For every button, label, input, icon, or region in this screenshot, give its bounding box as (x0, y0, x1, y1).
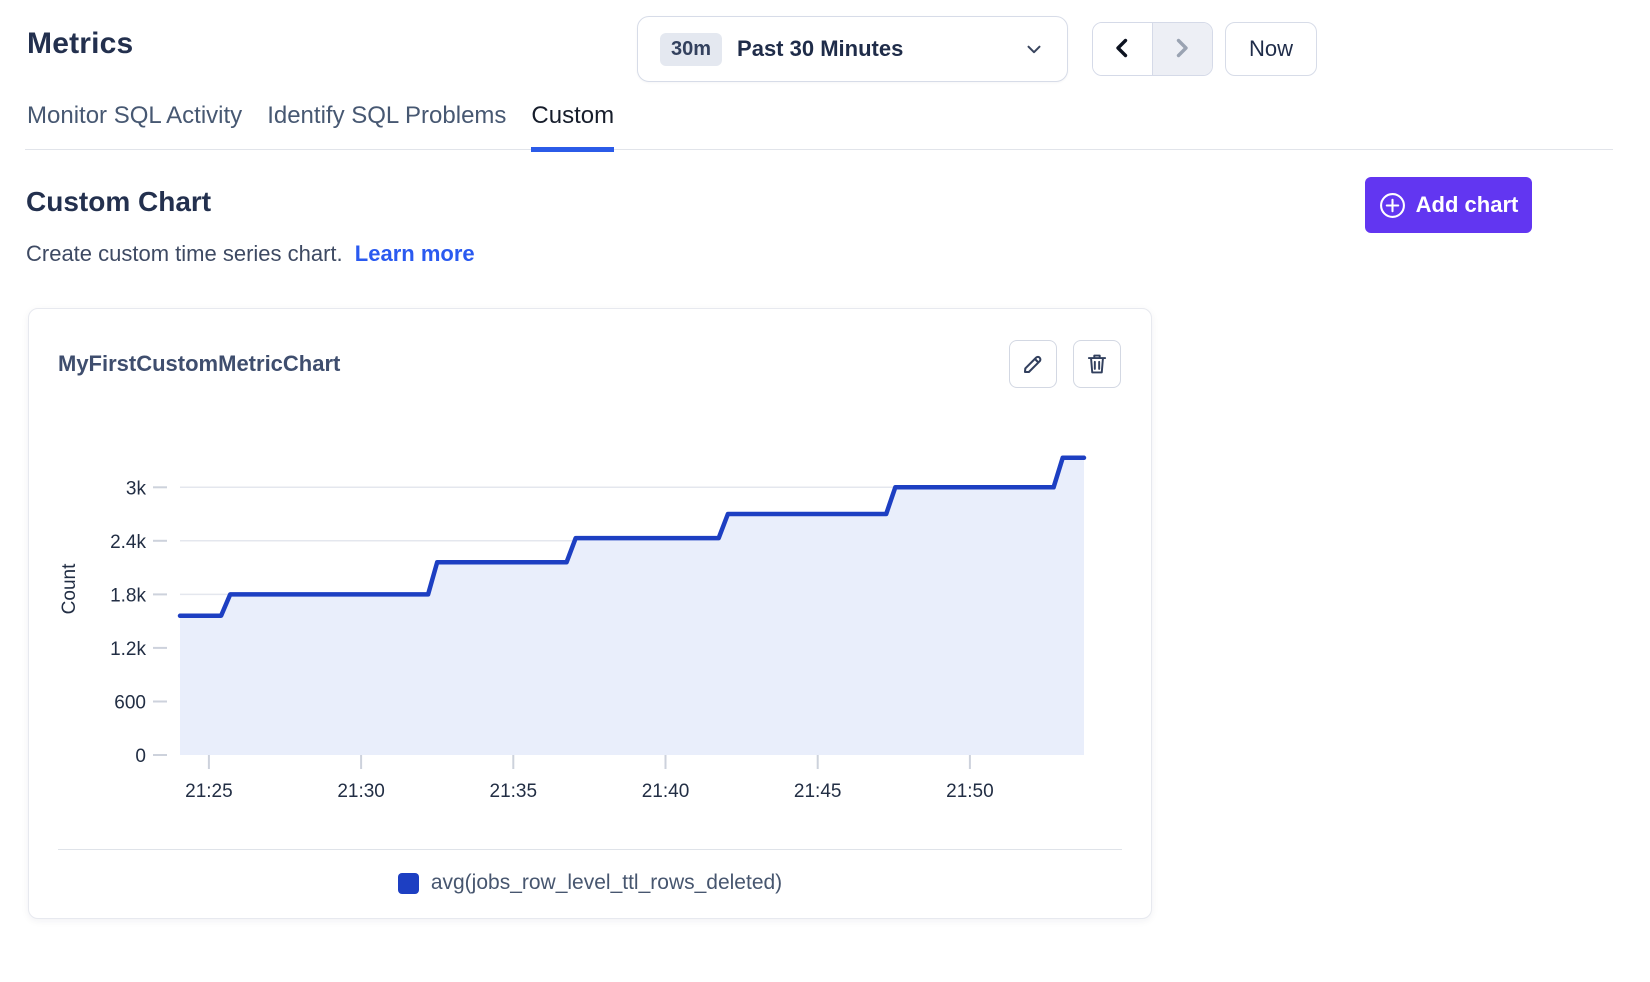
custom-chart-card: MyFirstCustomMetricChart 0 600 1.2k 1.8k 2.4… (28, 308, 1152, 919)
time-step-button-group (1092, 22, 1213, 76)
svg-text:0: 0 (135, 746, 146, 767)
svg-text:1.2k: 1.2k (110, 639, 146, 660)
svg-text:21:25: 21:25 (185, 781, 233, 802)
chart-legend: avg(jobs_row_level_ttl_rows_deleted) (29, 871, 1151, 895)
time-range-dropdown[interactable]: 30m Past 30 Minutes (637, 16, 1068, 82)
svg-text:1.8k: 1.8k (110, 585, 146, 606)
tab-custom[interactable]: Custom (531, 100, 614, 149)
section-title: Custom Chart (26, 186, 211, 218)
time-range-label: Past 30 Minutes (737, 36, 903, 62)
circle-plus-icon (1379, 192, 1406, 219)
svg-text:3k: 3k (126, 478, 147, 499)
chevron-down-icon (1023, 38, 1045, 60)
card-divider (58, 849, 1122, 850)
metrics-page: Metrics 30m Past 30 Minutes Now Monitor … (0, 0, 1650, 982)
time-range-badge: 30m (660, 33, 722, 66)
svg-text:21:50: 21:50 (946, 781, 994, 802)
delete-chart-button[interactable] (1073, 340, 1121, 388)
section-description-text: Create custom time series chart. (26, 241, 343, 266)
page-title: Metrics (27, 27, 133, 61)
learn-more-link[interactable]: Learn more (355, 241, 475, 266)
chevron-right-icon (1170, 36, 1194, 63)
legend-swatch (398, 873, 419, 894)
svg-text:2.4k: 2.4k (110, 532, 146, 553)
metrics-tabs: Monitor SQL Activity Identify SQL Proble… (25, 100, 1613, 150)
tab-identify-sql-problems[interactable]: Identify SQL Problems (267, 100, 506, 149)
step-forward-button[interactable] (1153, 23, 1213, 75)
time-series-chart[interactable]: 0 600 1.2k 1.8k 2.4k 3k 21:25 21:30 21:35 21:40 21… (29, 409, 1153, 829)
svg-text:21:35: 21:35 (490, 781, 538, 802)
edit-chart-button[interactable] (1009, 340, 1057, 388)
legend-label: avg(jobs_row_level_ttl_rows_deleted) (431, 871, 782, 895)
now-button[interactable]: Now (1225, 22, 1317, 76)
add-chart-button[interactable]: Add chart (1365, 177, 1532, 233)
trash-icon (1084, 351, 1110, 377)
svg-text:21:45: 21:45 (794, 781, 842, 802)
svg-text:Count: Count (59, 563, 80, 614)
section-description: Create custom time series chart. Learn m… (26, 241, 475, 267)
chart-card-header: MyFirstCustomMetricChart (58, 339, 1121, 389)
add-chart-label: Add chart (1416, 192, 1519, 218)
chevron-left-icon (1110, 36, 1134, 63)
svg-text:21:30: 21:30 (337, 781, 385, 802)
step-back-button[interactable] (1093, 23, 1153, 75)
svg-text:21:40: 21:40 (642, 781, 690, 802)
chart-actions (1009, 340, 1121, 388)
tab-monitor-sql-activity[interactable]: Monitor SQL Activity (27, 100, 242, 149)
chart-title: MyFirstCustomMetricChart (58, 351, 340, 377)
pencil-icon (1020, 351, 1046, 377)
svg-text:600: 600 (114, 693, 146, 714)
